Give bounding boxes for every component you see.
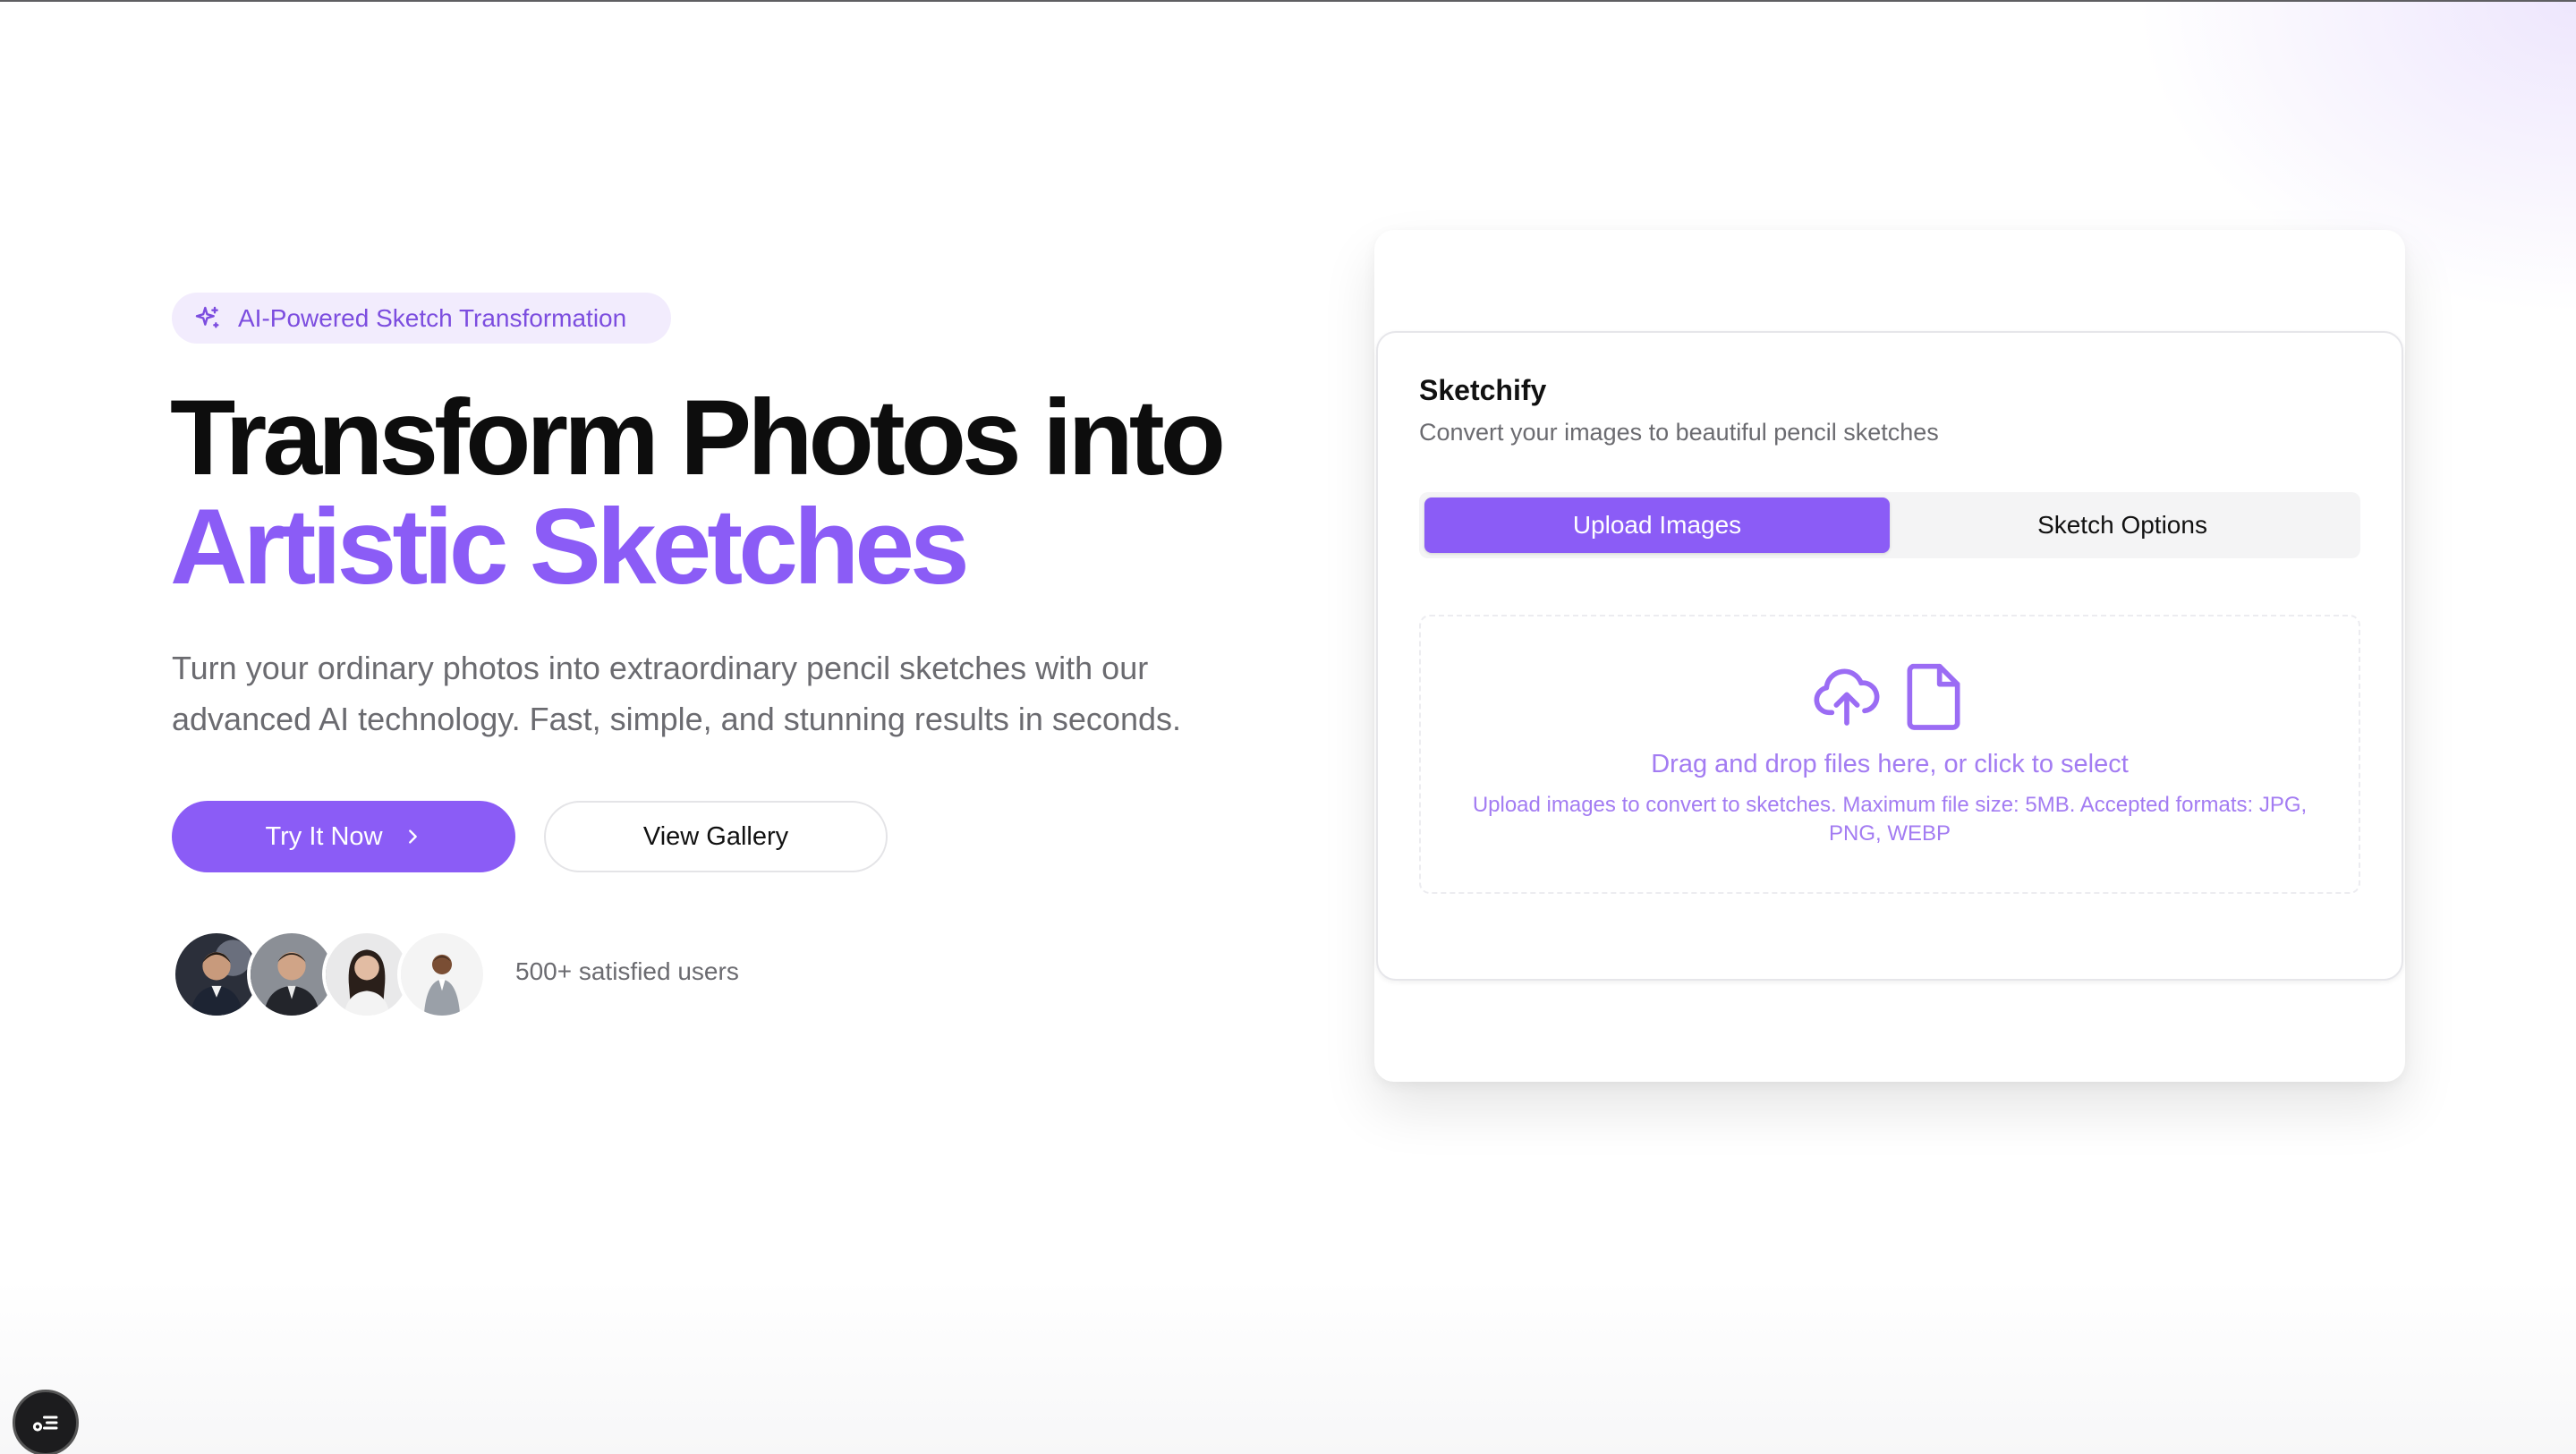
headline-line-2: Artistic Sketches xyxy=(170,487,970,607)
tab-upload-images[interactable]: Upload Images xyxy=(1424,497,1890,553)
dropzone-main-text: Drag and drop files here, or click to se… xyxy=(1651,750,2129,778)
view-gallery-button[interactable]: View Gallery xyxy=(544,801,888,872)
page: AI-Powered Sketch Transformation Transfo… xyxy=(0,0,2576,1454)
file-icon xyxy=(1907,663,1960,730)
tab-upload-images-label: Upload Images xyxy=(1572,511,1742,539)
cloud-upload-icon xyxy=(1814,668,1880,726)
view-gallery-label: View Gallery xyxy=(642,821,789,851)
users-count-text: 500+ satisfied users xyxy=(515,957,739,985)
tab-sketch-options[interactable]: Sketch Options xyxy=(1890,497,2355,553)
badge-text: AI-Powered Sketch Transformation xyxy=(238,303,627,332)
app-subtitle: Convert your images to beautiful pencil … xyxy=(1419,419,1939,446)
chevron-right-icon xyxy=(408,829,417,844)
tab-list: Upload Images Sketch Options xyxy=(1419,492,2360,558)
dropzone-help-text: Upload images to convert to sketches. Ma… xyxy=(1472,793,2308,846)
app-title: Sketchify xyxy=(1419,374,1547,406)
top-border xyxy=(0,0,2576,2)
user-avatars xyxy=(172,930,494,1019)
user-avatar-4 xyxy=(397,930,487,1019)
hero-headline: Transform Photos into Artistic Sketches xyxy=(170,383,1333,601)
feature-badge: AI-Powered Sketch Transformation xyxy=(172,293,671,344)
try-it-now-label: Try It Now xyxy=(265,821,383,851)
hero-description: Turn your ordinary photos into extraordi… xyxy=(172,650,1181,737)
try-it-now-button[interactable]: Try It Now xyxy=(172,801,515,872)
tab-sketch-options-label: Sketch Options xyxy=(2037,511,2207,539)
sparkles-icon xyxy=(195,306,219,328)
menu-list-icon xyxy=(32,1416,58,1432)
floating-menu-button[interactable] xyxy=(13,1390,79,1454)
dropzone-icons xyxy=(1811,660,1965,732)
headline-line-1: Transform Photos into xyxy=(170,378,1226,497)
